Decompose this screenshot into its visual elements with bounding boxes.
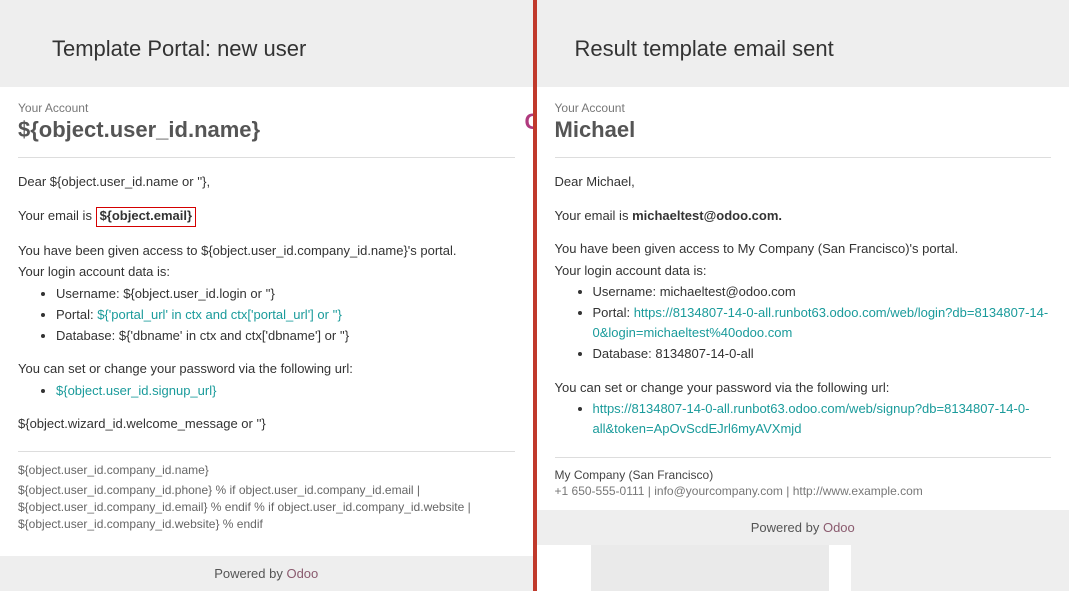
account-label: Your Account — [18, 101, 515, 115]
database-item: Database: ${'dbname' in ctx and ctx['dbn… — [56, 326, 515, 346]
password-line: You can set or change your password via … — [555, 378, 1052, 398]
divider — [18, 157, 515, 158]
signup-url-link[interactable]: https://8134807-14-0-all.runbot63.odoo.c… — [593, 401, 1030, 436]
powered-by-band: Powered by Odoo — [537, 510, 1069, 545]
company-contact-expr: ${object.user_id.company_id.phone} % if … — [18, 482, 515, 534]
template-header: Template Portal: new user — [0, 0, 533, 62]
result-header: Result template email sent — [537, 0, 1069, 62]
divider — [18, 451, 515, 452]
portal-item: Portal: https://8134807-14-0-all.runbot6… — [593, 303, 1052, 343]
login-intro: Your login account data is: — [18, 262, 515, 282]
template-pane: Template Portal: new user C Your Account… — [0, 0, 533, 591]
database-item: Database: 8134807-14-0-all — [593, 344, 1052, 364]
bottom-strip — [537, 545, 1069, 591]
signup-url-item: https://8134807-14-0-all.runbot63.odoo.c… — [593, 399, 1052, 439]
signup-url-expr: ${object.user_id.signup_url} — [56, 383, 216, 398]
greeting-line: Dear ${object.user_id.name or ''}, — [18, 172, 515, 192]
portal-expr: ${'portal_url' in ctx and ctx['portal_ur… — [97, 307, 342, 322]
odoo-link[interactable]: Odoo — [823, 520, 855, 535]
result-body: Your Account Michael Dear Michael, Your … — [537, 87, 1069, 591]
company-contact: +1 650-555-0111 | info@yourcompany.com |… — [555, 484, 1052, 498]
login-intro: Your login account data is: — [555, 261, 1052, 281]
portal-item: Portal: ${'portal_url' in ctx and ctx['p… — [56, 305, 515, 325]
password-line: You can set or change your password via … — [18, 359, 515, 379]
company-name-expr: ${object.user_id.company_id.name} — [18, 462, 515, 479]
email-line: Your email is michaeltest@odoo.com. — [555, 206, 1052, 226]
username-item: Username: ${object.user_id.login or ''} — [56, 284, 515, 304]
company-name: My Company (San Francisco) — [555, 468, 1052, 482]
result-pane: Result template email sent Your Account … — [537, 0, 1069, 591]
divider — [555, 457, 1052, 458]
template-body: C Your Account ${object.user_id.name} De… — [0, 87, 533, 591]
odoo-link[interactable]: Odoo — [286, 566, 318, 581]
access-line: You have been given access to ${object.u… — [18, 241, 515, 261]
powered-by-band: Powered by Odoo — [0, 556, 533, 591]
account-label: Your Account — [555, 101, 1052, 115]
divider — [555, 157, 1052, 158]
access-line: You have been given access to My Company… — [555, 239, 1052, 259]
account-name-expr: ${object.user_id.name} — [18, 117, 515, 143]
email-line: Your email is ${object.email} — [18, 206, 515, 227]
account-name: Michael — [555, 117, 1052, 143]
greeting-line: Dear Michael, — [555, 172, 1052, 192]
email-expression-highlight: ${object.email} — [96, 207, 197, 227]
signup-url-item: ${object.user_id.signup_url} — [56, 381, 515, 401]
username-item: Username: michaeltest@odoo.com — [593, 282, 1052, 302]
welcome-expr: ${object.wizard_id.welcome_message or ''… — [18, 414, 515, 434]
portal-link[interactable]: https://8134807-14-0-all.runbot63.odoo.c… — [593, 305, 1049, 340]
avatar-crop-icon: C — [525, 109, 533, 135]
